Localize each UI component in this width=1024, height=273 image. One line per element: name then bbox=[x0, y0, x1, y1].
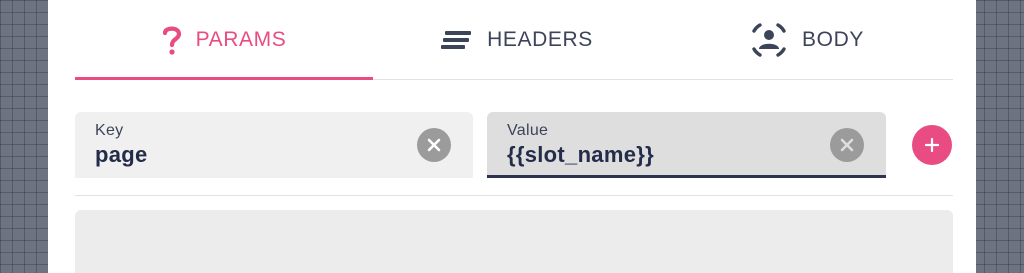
param-value-field[interactable]: Value {{slot_name}} bbox=[487, 112, 886, 178]
add-param-button[interactable] bbox=[912, 125, 952, 165]
param-key-field[interactable]: Key page bbox=[75, 112, 473, 178]
close-icon bbox=[426, 137, 442, 153]
request-card: PARAMS HEADERS BODY Key page Value {{slo… bbox=[48, 0, 976, 273]
tab-body[interactable]: BODY bbox=[661, 0, 953, 80]
tab-bar: PARAMS HEADERS BODY bbox=[75, 0, 953, 80]
tab-params[interactable]: PARAMS bbox=[75, 0, 373, 80]
clear-key-button[interactable] bbox=[417, 128, 451, 162]
tab-headers[interactable]: HEADERS bbox=[373, 0, 661, 80]
param-value-label: Value bbox=[507, 122, 549, 139]
tab-body-label: BODY bbox=[802, 28, 864, 51]
close-icon bbox=[839, 137, 855, 153]
param-key-label: Key bbox=[95, 122, 124, 139]
plus-icon bbox=[925, 138, 939, 152]
section-divider bbox=[75, 195, 953, 196]
params-list-area bbox=[75, 210, 953, 273]
tab-params-label: PARAMS bbox=[195, 28, 287, 51]
active-tab-indicator bbox=[75, 77, 373, 80]
lines-icon bbox=[441, 29, 473, 51]
clear-value-button[interactable] bbox=[830, 128, 864, 162]
tab-headers-label: HEADERS bbox=[487, 28, 593, 51]
person-frame-icon bbox=[750, 21, 788, 59]
question-mark-icon bbox=[162, 24, 182, 56]
